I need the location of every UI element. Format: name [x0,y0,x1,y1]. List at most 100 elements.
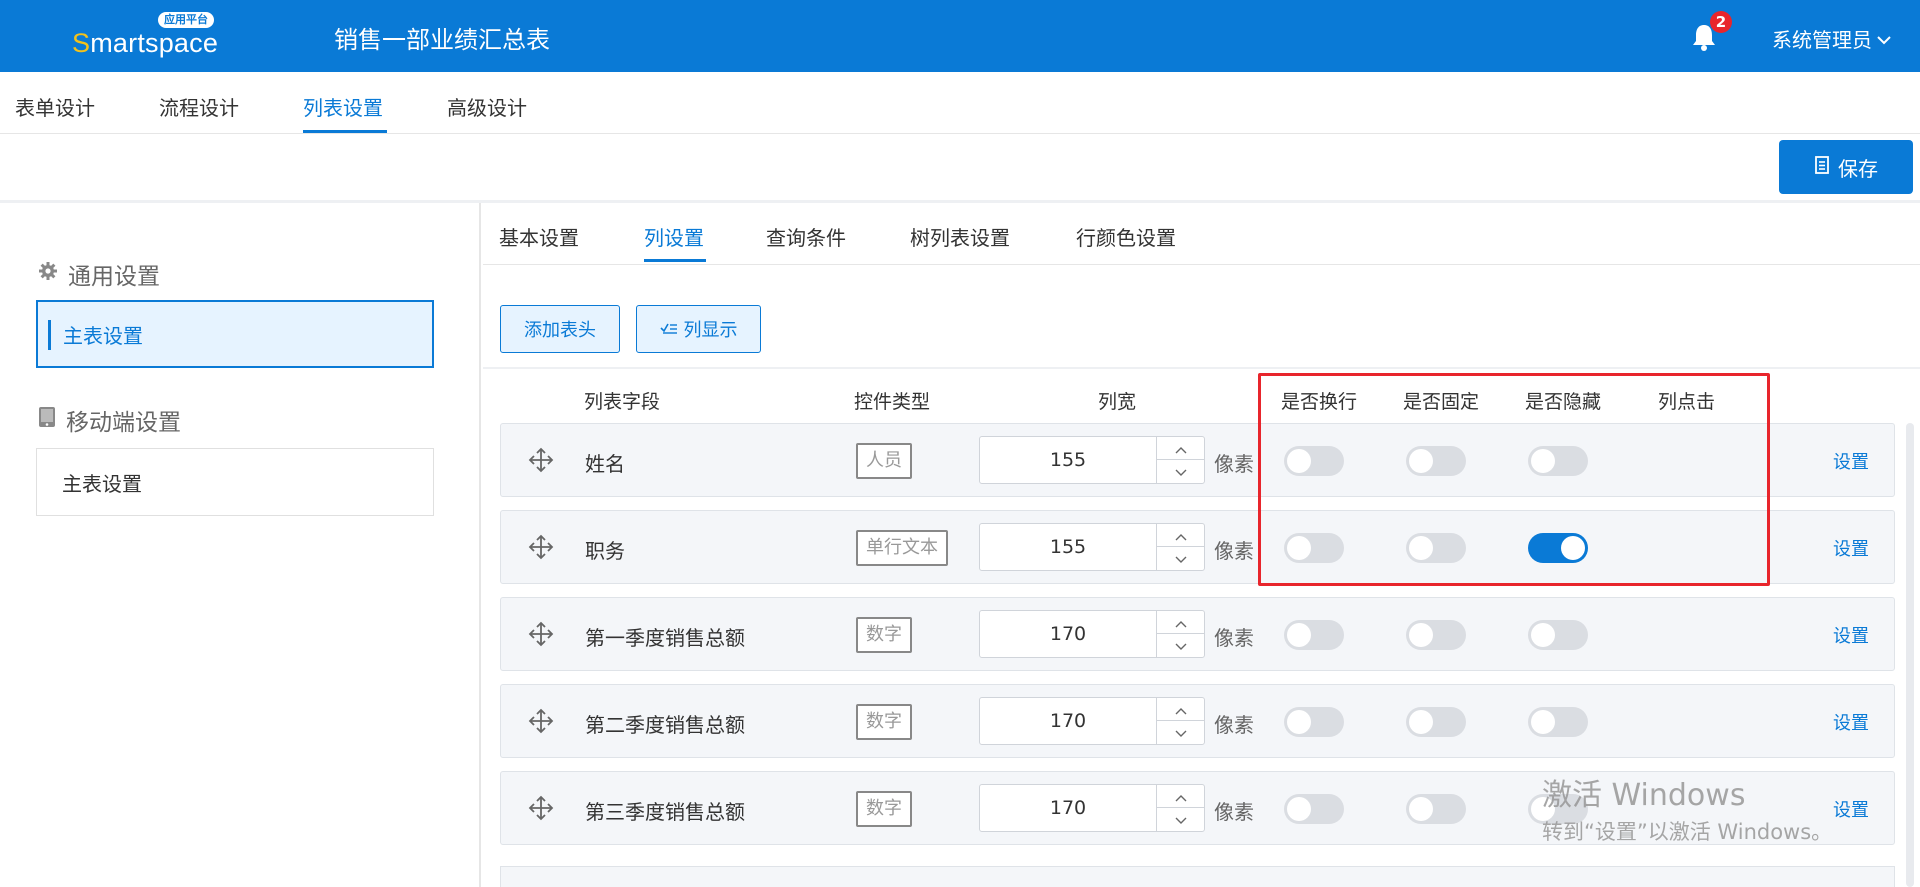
width-unit: 像素 [1214,713,1254,737]
tab-column-settings[interactable]: 列设置 [644,222,704,251]
chevron-down-icon [1175,810,1187,829]
fixed-toggle[interactable] [1406,533,1466,563]
wrap-toggle[interactable] [1284,446,1344,476]
hidden-toggle[interactable] [1528,707,1588,737]
drag-handle-icon[interactable] [527,446,555,474]
column-width-input[interactable]: 170 [979,610,1205,658]
table-row: 第二季度销售总额 数字 170 像素 设置 [500,684,1895,758]
toggle-knob [1287,536,1311,560]
save-button[interactable]: 保存 [1779,140,1913,194]
toolbar-divider [483,367,1920,369]
toggle-knob [1409,536,1433,560]
chevron-up-icon [1175,787,1187,806]
row-settings-link[interactable]: 设置 [1833,622,1869,648]
toggle-knob [1531,449,1555,473]
wrap-toggle[interactable] [1284,794,1344,824]
toggle-knob [1287,797,1311,821]
row-settings-link[interactable]: 设置 [1833,535,1869,561]
logo-badge: 应用平台 [158,12,214,28]
fixed-toggle[interactable] [1406,794,1466,824]
column-width-input[interactable]: 155 [979,523,1205,571]
tab-tree-list-settings[interactable]: 树列表设置 [910,222,1010,251]
tab-advanced-design[interactable]: 高级设计 [447,92,527,121]
tab-row-color-settings[interactable]: 行颜色设置 [1076,222,1176,251]
mobile-settings-title: 移动端设置 [66,410,181,436]
column-width-value[interactable]: 155 [980,437,1156,483]
stepper-down-button[interactable] [1157,808,1204,831]
list-settings-tabs: 基本设置 列设置 查询条件 树列表设置 行颜色设置 [483,203,1920,265]
stepper-up-button[interactable] [1157,524,1204,547]
toggle-knob [1409,449,1433,473]
stepper-down-button[interactable] [1157,547,1204,570]
hidden-toggle[interactable] [1528,620,1588,650]
sidebar-item-mobile-main-table[interactable]: 主表设置 [36,448,434,516]
width-stepper [1156,611,1204,657]
hidden-toggle[interactable] [1528,533,1588,563]
save-button-label: 保存 [1838,156,1878,181]
width-stepper [1156,698,1204,744]
width-unit: 像素 [1214,626,1254,650]
column-width-value[interactable]: 170 [980,698,1156,744]
tab-basic-settings[interactable]: 基本设置 [499,222,579,251]
fixed-toggle[interactable] [1406,446,1466,476]
drag-handle-icon[interactable] [527,707,555,735]
drag-handle-icon[interactable] [527,620,555,648]
control-type-tag: 单行文本 [856,530,948,566]
column-header-click: 列点击 [1658,391,1716,413]
stepper-up-button[interactable] [1157,698,1204,721]
app-logo[interactable]: Smartspace 应用平台 [72,12,222,60]
wrap-toggle[interactable] [1284,707,1344,737]
watermark-subtitle: 转到“设置”以激活 Windows。 [1542,820,1833,844]
column-width-input[interactable]: 170 [979,784,1205,832]
column-header-control-type: 控件类型 [854,391,931,413]
column-width-input[interactable]: 170 [979,697,1205,745]
drag-handle-icon[interactable] [527,794,555,822]
user-name: 系统管理员 [1772,28,1872,52]
active-subtab-indicator [644,259,706,262]
toggle-knob [1287,710,1311,734]
tab-form-design[interactable]: 表单设计 [15,92,95,121]
field-name: 职务 [585,539,625,563]
column-display-button[interactable]: 列显示 [636,305,761,353]
column-width-value[interactable]: 155 [980,524,1156,570]
fixed-toggle[interactable] [1406,707,1466,737]
toggle-knob [1531,710,1555,734]
stepper-down-button[interactable] [1157,721,1204,744]
row-settings-link[interactable]: 设置 [1833,448,1869,474]
chevron-down-icon [1175,462,1187,481]
chevron-up-icon [1175,613,1187,632]
add-header-button[interactable]: 添加表头 [500,305,620,353]
table-row: 职务 单行文本 155 像素 设置 [500,510,1895,584]
column-header-wrap: 是否换行 [1281,391,1358,413]
tab-list-settings[interactable]: 列表设置 [303,92,383,121]
table-row: 第一季度销售总额 数字 170 像素 设置 [500,597,1895,671]
stepper-up-button[interactable] [1157,437,1204,460]
column-width-input[interactable]: 155 [979,436,1205,484]
user-menu[interactable]: 系统管理员 [1772,24,1892,53]
chevron-up-icon [1175,526,1187,545]
row-settings-link[interactable]: 设置 [1833,709,1869,735]
drag-handle-icon[interactable] [527,533,555,561]
stepper-down-button[interactable] [1157,460,1204,483]
fixed-toggle[interactable] [1406,620,1466,650]
chevron-down-icon [1175,636,1187,655]
column-header-width: 列宽 [1098,391,1137,413]
settings-sidebar: 通用设置 主表设置 移动端设置 主表设置 [0,203,481,887]
chevron-up-icon [1175,439,1187,458]
column-width-value[interactable]: 170 [980,611,1156,657]
stepper-up-button[interactable] [1157,785,1204,808]
vertical-scrollbar[interactable] [1906,423,1914,887]
column-display-label: 列显示 [683,320,738,341]
wrap-toggle[interactable] [1284,620,1344,650]
row-settings-link[interactable]: 设置 [1833,796,1869,822]
tab-query-conditions[interactable]: 查询条件 [766,222,846,251]
column-width-value[interactable]: 170 [980,785,1156,831]
stepper-down-button[interactable] [1157,634,1204,657]
wrap-toggle[interactable] [1284,533,1344,563]
hidden-toggle[interactable] [1528,446,1588,476]
stepper-up-button[interactable] [1157,611,1204,634]
width-unit: 像素 [1214,452,1254,476]
tab-flow-design[interactable]: 流程设计 [159,92,239,121]
chevron-up-icon [1175,700,1187,719]
sidebar-item-main-table[interactable]: 主表设置 [36,300,434,368]
